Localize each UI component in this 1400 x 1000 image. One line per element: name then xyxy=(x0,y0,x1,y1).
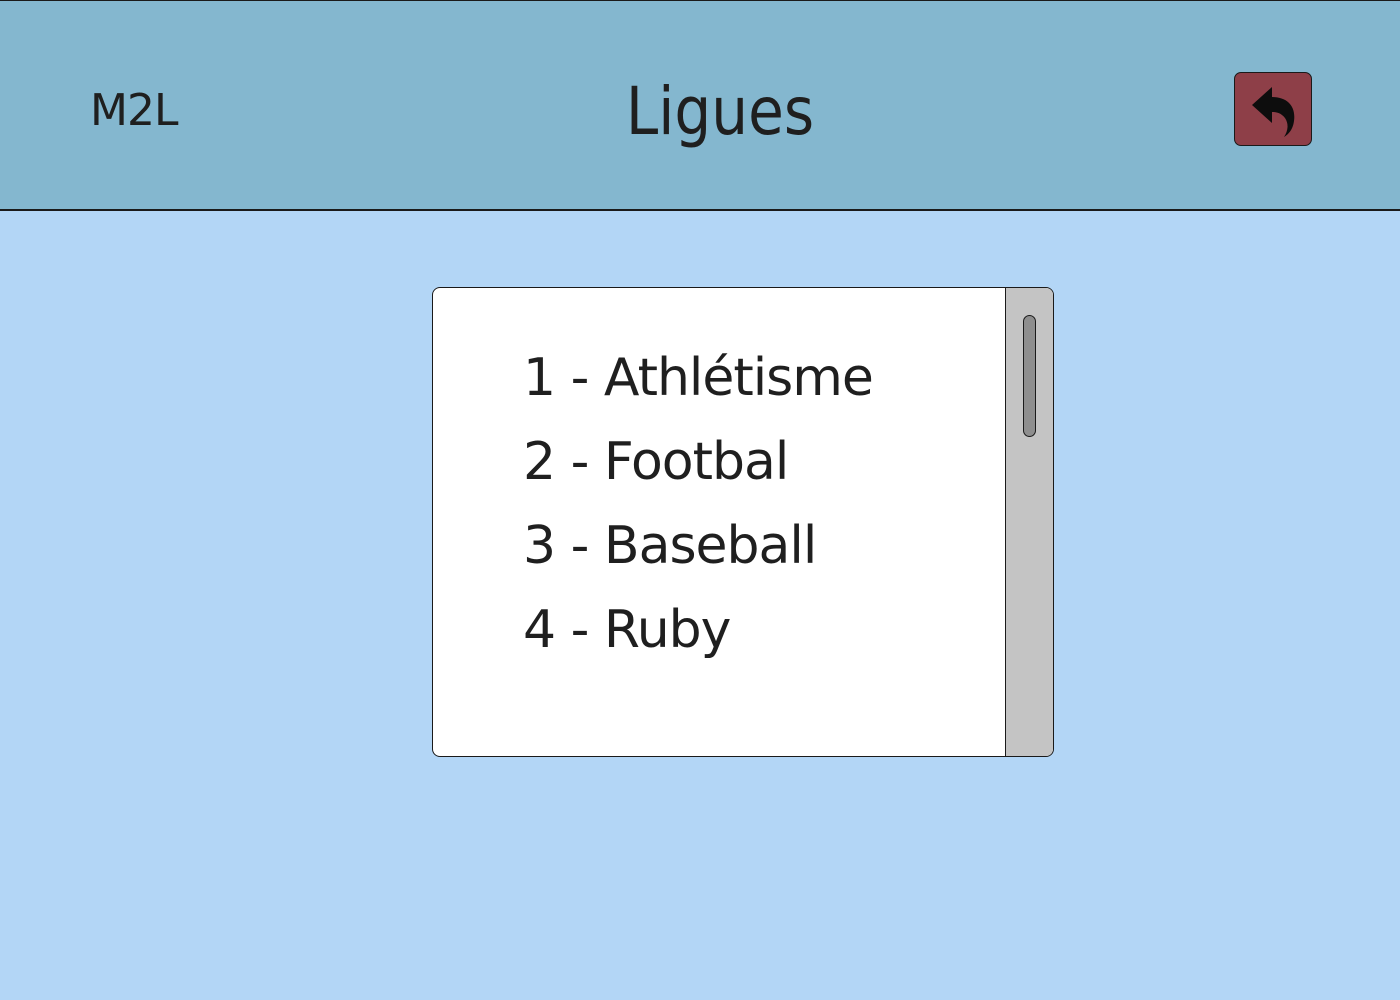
app-header: M2L Ligues xyxy=(0,0,1400,211)
list-item[interactable]: 4 - Ruby xyxy=(523,598,873,682)
leagues-list-panel[interactable]: 1 - Athlétisme 2 - Footbal 3 - Baseball … xyxy=(432,287,1054,757)
leagues-list: 1 - Athlétisme 2 - Footbal 3 - Baseball … xyxy=(523,346,874,682)
scrollbar-track[interactable] xyxy=(1005,288,1053,756)
page-title: Ligues xyxy=(625,73,815,150)
scrollbar-thumb[interactable] xyxy=(1023,315,1036,437)
list-item[interactable]: 3 - Baseball xyxy=(523,514,873,598)
list-item[interactable]: 1 - Athlétisme xyxy=(523,346,874,430)
list-item[interactable]: 2 - Footbal xyxy=(523,430,873,514)
back-arrow-icon xyxy=(1252,87,1295,137)
back-button[interactable] xyxy=(1234,72,1312,146)
